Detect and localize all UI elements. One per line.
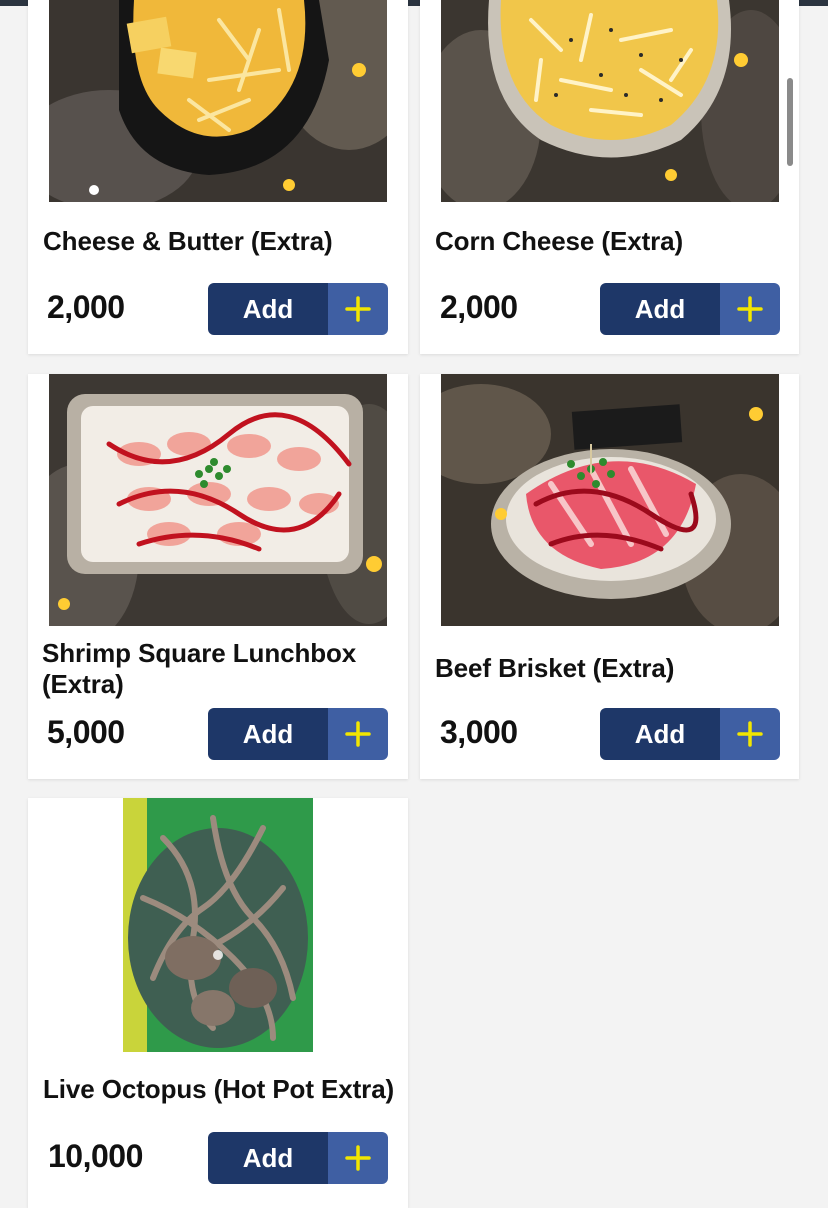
add-to-cart-button[interactable]: Add [208,1132,388,1184]
item-price: 10,000 [48,1138,143,1174]
live-octopus-photo [123,798,313,1052]
plus-icon [328,283,388,335]
item-price: 2,000 [47,289,125,325]
plus-icon [720,708,780,760]
plus-icon [328,1132,388,1184]
shrimp-lunchbox-photo [49,374,387,626]
menu-item-card[interactable]: Live Octopus (Hot Pot Extra) 10,000 Add [28,798,408,1208]
add-to-cart-button[interactable]: Add [208,708,388,760]
scrollbar-thumb[interactable] [787,78,793,166]
plus-icon [328,708,388,760]
item-price: 3,000 [440,714,518,750]
add-button-label: Add [208,708,328,760]
item-name: Live Octopus (Hot Pot Extra) [43,1074,395,1104]
item-price: 5,000 [47,714,125,750]
menu-item-card[interactable]: Cheese & Butter (Extra) 2,000 Add [28,0,408,354]
add-button-label: Add [600,283,720,335]
item-name: Beef Brisket (Extra) [435,653,675,683]
item-name: Shrimp Square Lunchbox (Extra) [42,638,357,699]
add-to-cart-button[interactable]: Add [600,708,780,760]
beef-brisket-photo [441,374,779,626]
add-button-label: Add [208,1132,328,1184]
add-button-label: Add [600,708,720,760]
plus-icon [720,283,780,335]
menu-item-card[interactable]: Shrimp Square Lunchbox (Extra) 5,000 Add [28,374,408,779]
add-button-label: Add [208,283,328,335]
corn-cheese-photo [441,0,779,202]
item-name: Corn Cheese (Extra) [435,226,684,256]
item-name: Cheese & Butter (Extra) [43,226,333,256]
cheese-butter-photo [49,0,387,202]
menu-item-card[interactable]: Corn Cheese (Extra) 2,000 Add [420,0,799,354]
add-to-cart-button[interactable]: Add [600,283,780,335]
menu-item-card[interactable]: Beef Brisket (Extra) 3,000 Add [420,374,799,779]
add-to-cart-button[interactable]: Add [208,283,388,335]
item-price: 2,000 [440,289,518,325]
